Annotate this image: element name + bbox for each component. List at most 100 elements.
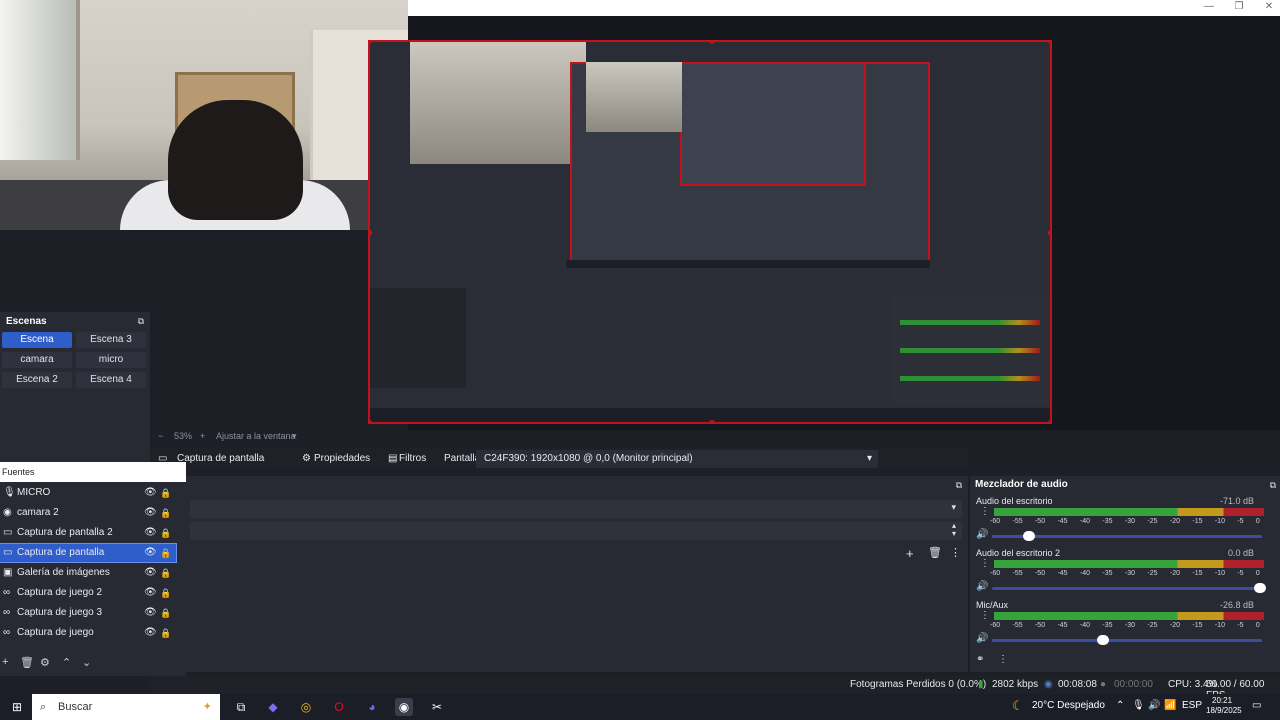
scene-escena[interactable]: Escena — [2, 332, 72, 348]
source-item-captura-pantalla[interactable]: ▭ Captura de pantalla 👁 🔒 — [0, 543, 177, 563]
zoom-out-icon[interactable]: − — [158, 431, 163, 441]
scene-escena-3[interactable]: Escena 3 — [76, 332, 146, 348]
copilot-icon[interactable]: ◆ — [264, 698, 282, 716]
properties-button[interactable]: Propiedades — [314, 448, 370, 470]
dropdown-field[interactable]: ▾ — [190, 500, 962, 518]
scene-camara[interactable]: camara — [2, 352, 72, 368]
volume-slider[interactable] — [992, 587, 1262, 590]
meter-tick: 0 — [1255, 622, 1260, 629]
windows-start-icon[interactable]: ⊞ — [8, 698, 26, 716]
chevron-down-icon[interactable]: ▾ — [292, 431, 297, 442]
scene-escena-2[interactable]: Escena 2 — [2, 372, 72, 388]
trash-icon[interactable]: 🗑 — [20, 656, 34, 669]
volume-icon[interactable]: 🔊 — [1148, 700, 1160, 711]
source-item-juego-2[interactable]: ∞ Captura de juego 2 👁 🔒 — [0, 584, 176, 602]
more-icon[interactable]: ⋮ — [980, 610, 990, 621]
meter-tick: -5 — [1237, 570, 1244, 577]
lock-icon[interactable]: 🔒 — [160, 484, 171, 502]
lock-icon[interactable]: 🔒 — [160, 504, 171, 522]
opera-icon[interactable]: O — [330, 698, 348, 716]
notification-icon[interactable]: ▭ — [1252, 700, 1261, 711]
more-icon[interactable]: ⋮ — [980, 558, 990, 569]
more-icon[interactable]: ⋮ — [998, 654, 1008, 665]
selected-source-name: Captura de pantalla — [177, 453, 265, 464]
weather-text[interactable]: 20°C Despejado — [1032, 700, 1105, 711]
clock-date[interactable]: 18/9/2025 — [1206, 706, 1242, 715]
scene-micro[interactable]: micro — [76, 352, 146, 368]
eye-icon[interactable]: 👁 — [144, 484, 157, 502]
meter-tick: -10 — [1214, 518, 1225, 525]
speaker-icon[interactable]: 🔊 — [976, 633, 988, 644]
speaker-icon[interactable]: 🔊 — [976, 581, 988, 592]
eye-icon[interactable]: 👁 — [144, 604, 157, 622]
volume-knob[interactable] — [1096, 635, 1109, 645]
link-icon[interactable]: ⚭ — [976, 654, 984, 665]
search-icon: ⌕ — [40, 701, 47, 713]
lock-icon[interactable]: 🔒 — [160, 604, 171, 622]
language-indicator[interactable]: ESP — [1182, 700, 1202, 711]
meter-tick: 0 — [1255, 518, 1260, 525]
more-icon[interactable]: ⋮ — [950, 546, 961, 559]
display-select[interactable]: C24F390: 1920x1080 @ 0,0 (Monitor princi… — [476, 450, 878, 468]
close-icon[interactable]: ✕ — [1254, 0, 1280, 16]
volume-knob[interactable] — [1254, 583, 1266, 593]
more-icon[interactable]: ⋮ — [980, 506, 990, 517]
move-up-icon[interactable]: ⌃ — [62, 656, 71, 669]
source-item-juego[interactable]: ∞ Captura de juego 👁 🔒 — [0, 624, 176, 642]
discord-icon[interactable]: ◕ — [363, 698, 381, 716]
filters-button[interactable]: Filtros — [399, 448, 426, 470]
move-down-icon[interactable]: ⌄ — [82, 656, 91, 669]
maximize-icon[interactable]: ❐ — [1224, 0, 1254, 16]
lock-icon[interactable]: 🔒 — [160, 624, 171, 642]
lock-icon[interactable]: 🔒 — [160, 564, 171, 582]
channel-db: -26.8 dB — [1219, 600, 1254, 610]
lock-icon[interactable]: 🔒 — [160, 524, 171, 542]
source-item-camara-2[interactable]: ◉ camara 2 👁 🔒 — [0, 504, 176, 522]
chrome-icon[interactable]: ◎ — [297, 698, 315, 716]
properties-panel: ⧉ ▾ ▴ ▾ + 🗑 ⋮ — [186, 476, 968, 672]
chevron-up-icon[interactable]: ⌃ — [1116, 700, 1124, 711]
eye-icon[interactable]: 👁 — [144, 624, 157, 642]
weather-icon: ☾ — [1012, 698, 1024, 713]
nested-camera-2 — [586, 62, 682, 132]
gear-icon[interactable]: ⚙ — [40, 656, 50, 669]
zoom-in-icon[interactable]: + — [200, 431, 205, 441]
taskbar-search[interactable]: ⌕ Buscar ✦ — [32, 694, 220, 720]
bitrate: 2802 kbps — [992, 679, 1039, 690]
gear-icon: ⚙ — [302, 453, 311, 464]
source-item-captura-pantalla-2[interactable]: ▭ Captura de pantalla 2 👁 🔒 — [0, 524, 176, 542]
meter-tick: 0 — [1255, 570, 1260, 577]
spin-field[interactable]: ▴ ▾ — [190, 522, 962, 540]
add-icon[interactable]: + — [906, 546, 914, 561]
source-item-juego-3[interactable]: ∞ Captura de juego 3 👁 🔒 — [0, 604, 176, 622]
undock-icon[interactable]: ⧉ — [1270, 480, 1276, 491]
clock-time[interactable]: 20:21 — [1212, 696, 1232, 705]
minimize-icon[interactable]: — — [1194, 0, 1224, 16]
volume-slider[interactable] — [992, 639, 1262, 642]
capcut-icon[interactable]: ✂ — [428, 698, 446, 716]
obs-icon[interactable]: ◉ — [395, 698, 413, 716]
mic-icon[interactable]: 🎙 — [1132, 700, 1145, 711]
add-icon[interactable]: + — [2, 656, 8, 668]
eye-icon[interactable]: 👁 — [144, 504, 157, 522]
wifi-icon[interactable]: 📶 — [1164, 700, 1176, 711]
volume-knob[interactable] — [1023, 531, 1036, 541]
scene-escena-4[interactable]: Escena 4 — [76, 372, 146, 388]
fit-window-button[interactable]: Ajustar a la ventana — [216, 431, 296, 441]
lock-icon[interactable]: 🔒 — [160, 584, 171, 602]
source-item-micro[interactable]: 🎙 MICRO 👁 🔒 — [0, 484, 176, 502]
eye-icon[interactable]: 👁 — [144, 584, 157, 602]
speaker-icon[interactable]: 🔊 — [976, 529, 988, 540]
undock-icon[interactable]: ⧉ — [956, 480, 962, 491]
undock-icon[interactable]: ⧉ — [138, 316, 144, 327]
eye-icon[interactable]: 👁 — [144, 544, 157, 562]
stepper-icon[interactable]: ▴ ▾ — [952, 522, 956, 538]
source-item-galeria[interactable]: ▣ Galería de imágenes 👁 🔒 — [0, 564, 176, 582]
preview-canvas-selected-source[interactable] — [368, 40, 1052, 424]
lock-icon[interactable]: 🔒 — [160, 544, 171, 562]
trash-icon[interactable]: 🗑 — [928, 546, 942, 559]
task-view-icon[interactable]: ⧉ — [232, 698, 250, 716]
meter-tick: -55 — [1012, 518, 1023, 525]
eye-icon[interactable]: 👁 — [144, 564, 157, 582]
eye-icon[interactable]: 👁 — [144, 524, 157, 542]
